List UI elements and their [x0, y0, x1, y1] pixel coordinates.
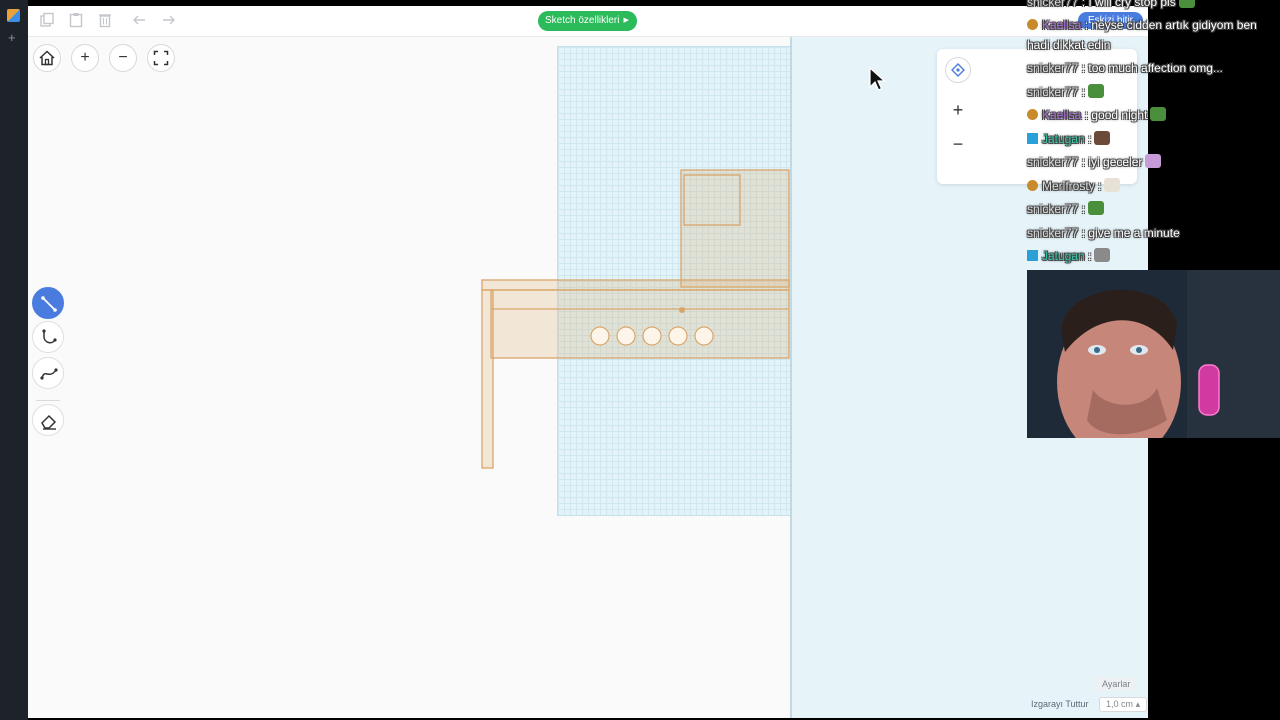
settings-button[interactable]: Ayarlar — [1096, 677, 1137, 691]
webcam-image — [1027, 270, 1280, 438]
chat-message: Kaellsa : good night — [1027, 105, 1167, 125]
unicorn-emote-icon — [1145, 154, 1162, 168]
sketch-circle-5 — [694, 326, 714, 346]
frog-emote-icon — [1088, 84, 1105, 98]
chevron-updown-icon: ▴ — [1135, 699, 1141, 709]
sketch-circle-2 — [616, 326, 636, 346]
chat-message: snicker77 : give me a minute — [1027, 226, 1180, 240]
view-zoom-out-button[interactable]: − — [947, 133, 969, 155]
chat-message: snicker77 : — [1027, 82, 1105, 102]
chat-message: Kaellsa : neyse cidden artık gidiyom ben — [1027, 15, 1257, 35]
sketch-app-window: Sketch özellikleri ▶ + − + − Eskizi biti… — [28, 6, 1148, 718]
chat-message: Merifrosty : — [1027, 176, 1121, 196]
cup-emote-icon — [1104, 178, 1121, 192]
sketch-circle-1 — [590, 326, 610, 346]
screen: + Sketch özellikleri ▶ + − + − Eskizi bi… — [0, 0, 1280, 720]
snap-grid-control: Izgarayı Tuttur 1,0 cm ▴ — [1031, 697, 1148, 712]
mouse-cursor-icon — [869, 66, 886, 91]
new-tab-icon[interactable]: + — [8, 30, 16, 45]
user-badge-icon — [1027, 180, 1038, 191]
face-emote-icon — [1094, 131, 1111, 145]
user-badge-icon — [1027, 133, 1038, 144]
view-zoom-in-button[interactable]: + — [947, 99, 969, 121]
chat-message: hadi dikkat edin — [1027, 38, 1111, 52]
frog-emote-icon — [1178, 0, 1195, 8]
app-launcher-icon[interactable] — [7, 9, 20, 22]
sketch-circle-3 — [642, 326, 662, 346]
chat-message: Jatugan : — [1027, 246, 1111, 266]
webcam-feed — [1027, 270, 1280, 438]
snap-grid-label: Izgarayı Tuttur — [1031, 699, 1089, 709]
user-badge-icon — [1027, 109, 1038, 120]
sketch-shape-top-rail — [481, 279, 790, 291]
chat-message: snicker77 : too much affection omg... — [1027, 61, 1223, 75]
minus-icon: − — [952, 134, 964, 154]
sketch-circle-4 — [668, 326, 688, 346]
sketch-point — [679, 307, 685, 313]
view-cube-button[interactable] — [945, 57, 971, 83]
sketch-shape-body — [490, 289, 790, 359]
stream-chat-overlay: snicker77 : I will cry stop pls Kaellsa … — [1027, 0, 1280, 270]
chat-message: Jatugan : — [1027, 129, 1111, 149]
view-cube-icon — [951, 63, 965, 77]
frog-emote-icon — [1088, 201, 1105, 215]
user-badge-icon — [1027, 250, 1038, 261]
face-emote-icon — [1094, 248, 1111, 262]
snap-grid-value: 1,0 cm — [1106, 699, 1134, 709]
chat-message: snicker77 : I will cry stop pls — [1027, 0, 1195, 12]
sketch-shape-upper-block — [680, 169, 790, 288]
os-taskbar: + — [0, 0, 28, 720]
settings-label: Ayarlar — [1102, 679, 1131, 689]
snap-grid-select[interactable]: 1,0 cm ▴ — [1099, 697, 1148, 712]
chat-message: snicker77 : iyi geceler — [1027, 152, 1162, 172]
chat-message: snicker77 : — [1027, 199, 1105, 219]
plus-icon: + — [952, 100, 964, 120]
user-badge-icon — [1027, 19, 1038, 30]
sketch-shape-leg — [481, 289, 494, 469]
frog-emote-icon — [1150, 107, 1167, 121]
